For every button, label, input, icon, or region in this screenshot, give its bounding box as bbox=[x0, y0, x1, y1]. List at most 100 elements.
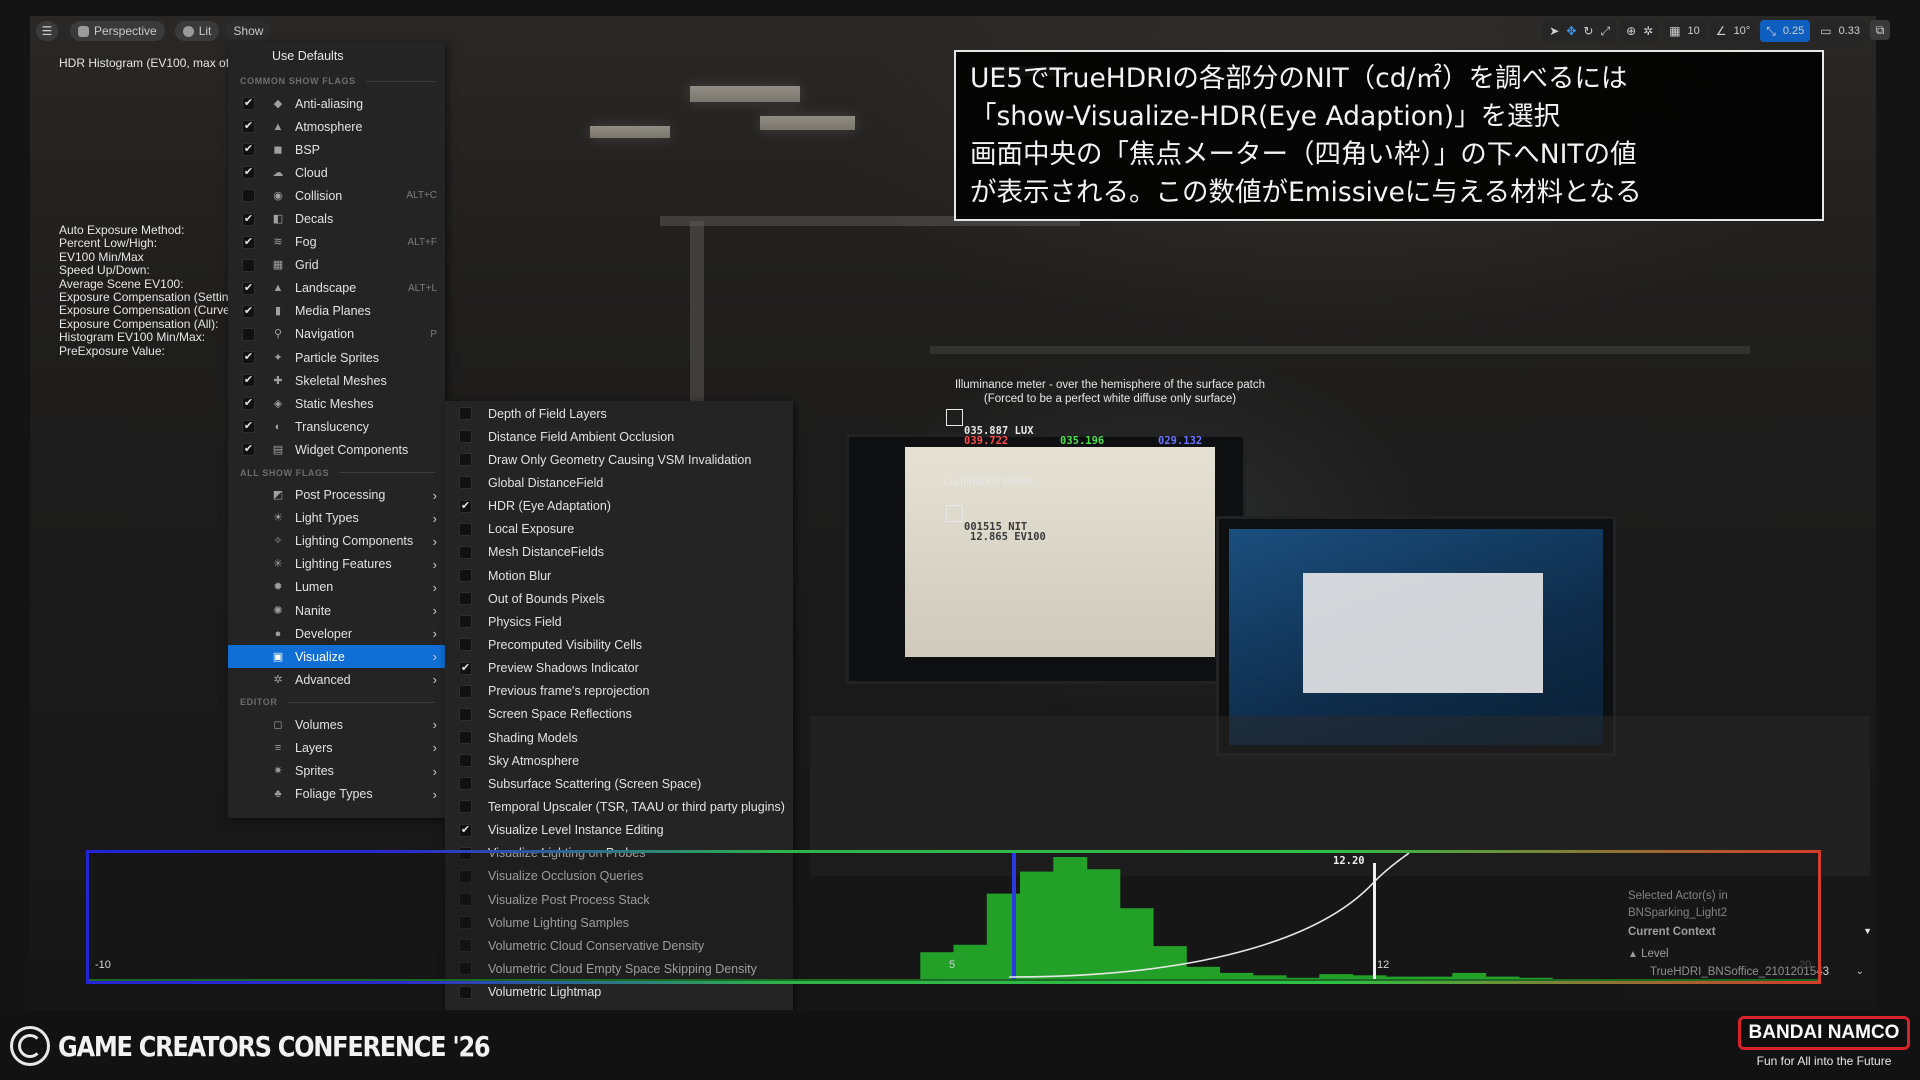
flag-decals[interactable]: ✔ ◧ Decals bbox=[228, 207, 445, 230]
checkbox-checked-icon[interactable]: ✔ bbox=[242, 420, 255, 434]
checkbox-checked-icon[interactable]: ✔ bbox=[459, 661, 472, 675]
checkbox-checked-icon[interactable]: ✔ bbox=[242, 143, 255, 157]
editor-foliage-types[interactable]: ♣ Foliage Types › bbox=[228, 783, 445, 806]
checkbox-empty-icon[interactable] bbox=[459, 638, 472, 652]
grid-snap[interactable]: ▦ 10 bbox=[1663, 20, 1706, 42]
checkbox-empty-icon[interactable] bbox=[459, 407, 472, 421]
category-advanced[interactable]: ✲ Advanced › bbox=[228, 668, 445, 691]
checkbox-checked-icon[interactable]: ✔ bbox=[242, 166, 255, 180]
checkbox-empty-icon[interactable] bbox=[459, 707, 472, 721]
visualize-out-of-bounds-pixels[interactable]: Out of Bounds Pixels bbox=[445, 587, 793, 610]
rotation-snap[interactable]: ∠ 10° bbox=[1709, 20, 1757, 42]
editor-volumes[interactable]: ◻ Volumes › bbox=[228, 713, 445, 736]
category-lighting-features[interactable]: ✳ Lighting Features › bbox=[228, 553, 445, 576]
category-developer[interactable]: ● Developer › bbox=[228, 622, 445, 645]
checkbox-empty-icon[interactable] bbox=[459, 800, 472, 814]
checkbox-empty-icon[interactable] bbox=[459, 615, 472, 629]
flag-bsp[interactable]: ✔ ◼ BSP bbox=[228, 138, 445, 161]
viewport-options-button[interactable]: ☰ bbox=[36, 21, 58, 41]
maximize-viewport-button[interactable]: ⧉ bbox=[1870, 20, 1890, 40]
checkbox-empty-icon[interactable] bbox=[459, 569, 472, 583]
editor-sprites[interactable]: ✷ Sprites › bbox=[228, 760, 445, 783]
checkbox-empty-icon[interactable] bbox=[242, 258, 255, 272]
visualize-local-exposure[interactable]: Local Exposure bbox=[445, 518, 793, 541]
checkbox-checked-icon[interactable]: ✔ bbox=[242, 235, 255, 249]
visualize-distance-field-ambient-occlusion[interactable]: Distance Field Ambient Occlusion bbox=[445, 425, 793, 448]
visualize-global-distancefield[interactable]: Global DistanceField bbox=[445, 471, 793, 494]
flag-particle-sprites[interactable]: ✔ ✦ Particle Sprites bbox=[228, 346, 445, 369]
category-post-processing[interactable]: ◩ Post Processing › bbox=[228, 484, 445, 507]
checkbox-empty-icon[interactable] bbox=[459, 731, 472, 745]
flag-grid[interactable]: ▦ Grid bbox=[228, 254, 445, 277]
flag-collision[interactable]: ◉ Collision ALT+C bbox=[228, 184, 445, 207]
flag-widget-components[interactable]: ✔ ▤ Widget Components bbox=[228, 438, 445, 461]
checkbox-empty-icon[interactable] bbox=[459, 453, 472, 467]
checkbox-checked-icon[interactable]: ✔ bbox=[242, 304, 255, 318]
visualize-temporal-upscaler-tsr-taau-or-third-party-plugins[interactable]: Temporal Upscaler (TSR, TAAU or third pa… bbox=[445, 795, 793, 818]
visualize-hdr-eye-adaptation[interactable]: ✔ HDR (Eye Adaptation) bbox=[445, 495, 793, 518]
checkbox-checked-icon[interactable]: ✔ bbox=[242, 120, 255, 134]
select-icon[interactable]: ➤ bbox=[1549, 25, 1559, 37]
flag-skeletal-meshes[interactable]: ✔ ✚ Skeletal Meshes bbox=[228, 369, 445, 392]
checkbox-checked-icon[interactable]: ✔ bbox=[459, 499, 472, 513]
checkbox-checked-icon[interactable]: ✔ bbox=[242, 374, 255, 388]
checkbox-empty-icon[interactable] bbox=[459, 985, 472, 999]
editor-layers[interactable]: ≡ Layers › bbox=[228, 736, 445, 759]
visualize-motion-blur[interactable]: Motion Blur bbox=[445, 564, 793, 587]
checkbox-checked-icon[interactable]: ✔ bbox=[242, 443, 255, 457]
flag-static-meshes[interactable]: ✔ ◈ Static Meshes bbox=[228, 392, 445, 415]
use-defaults-item[interactable]: Use Defaults bbox=[228, 42, 445, 70]
flag-translucency[interactable]: ✔ ◐ Translucency bbox=[228, 415, 445, 438]
category-visualize[interactable]: ▣ Visualize › bbox=[228, 645, 445, 669]
flag-fog[interactable]: ✔ ≋ Fog ALT+F bbox=[228, 231, 445, 254]
world-icon[interactable]: ⊕ bbox=[1626, 25, 1636, 37]
category-light-types[interactable]: ☀ Light Types › bbox=[228, 507, 445, 530]
visualize-depth-of-field-layers[interactable]: Depth of Field Layers bbox=[445, 402, 793, 425]
category-nanite[interactable]: ✺ Nanite › bbox=[228, 599, 445, 622]
surface-snap-icon[interactable]: ✲ bbox=[1643, 25, 1653, 37]
checkbox-empty-icon[interactable] bbox=[459, 522, 472, 536]
show-button[interactable]: Show bbox=[225, 21, 272, 41]
visualize-mesh-distancefields[interactable]: Mesh DistanceFields bbox=[445, 541, 793, 564]
visualize-preview-shadows-indicator[interactable]: ✔ Preview Shadows Indicator bbox=[445, 657, 793, 680]
translate-icon[interactable]: ✥ bbox=[1566, 25, 1576, 37]
camera-speed[interactable]: ▭ 0.33 bbox=[1814, 20, 1866, 42]
visualize-shading-models[interactable]: Shading Models bbox=[445, 726, 793, 749]
category-lumen[interactable]: ✹ Lumen › bbox=[228, 576, 445, 599]
category-lighting-components[interactable]: ✧ Lighting Components › bbox=[228, 530, 445, 553]
checkbox-checked-icon[interactable]: ✔ bbox=[242, 281, 255, 295]
checkbox-checked-icon[interactable]: ✔ bbox=[242, 397, 255, 411]
visualize-previous-frame-s-reprojection[interactable]: Previous frame's reprojection bbox=[445, 680, 793, 703]
flag-atmosphere[interactable]: ✔ ▲ Atmosphere bbox=[228, 115, 445, 138]
visualize-physics-field[interactable]: Physics Field bbox=[445, 610, 793, 633]
checkbox-empty-icon[interactable] bbox=[459, 430, 472, 444]
checkbox-checked-icon[interactable]: ✔ bbox=[459, 823, 472, 837]
visualize-subsurface-scattering-screen-space[interactable]: Subsurface Scattering (Screen Space) bbox=[445, 772, 793, 795]
illuminance-meter-box[interactable] bbox=[946, 409, 963, 426]
checkbox-empty-icon[interactable] bbox=[459, 777, 472, 791]
checkbox-checked-icon[interactable]: ✔ bbox=[242, 97, 255, 111]
checkbox-empty-icon[interactable] bbox=[459, 754, 472, 768]
checkbox-empty-icon[interactable] bbox=[242, 189, 255, 203]
flag-navigation[interactable]: ⚲ Navigation P bbox=[228, 323, 445, 346]
scale-icon[interactable]: ⤢ bbox=[1600, 25, 1610, 37]
view-mode-button[interactable]: Lit bbox=[174, 21, 220, 41]
checkbox-empty-icon[interactable] bbox=[459, 684, 472, 698]
flag-media-planes[interactable]: ✔ ▮ Media Planes bbox=[228, 300, 445, 323]
checkbox-checked-icon[interactable]: ✔ bbox=[242, 351, 255, 365]
flag-anti-aliasing[interactable]: ✔ ◆ Anti-aliasing bbox=[228, 92, 445, 115]
checkbox-empty-icon[interactable] bbox=[459, 545, 472, 559]
rotate-icon[interactable]: ↻ bbox=[1583, 25, 1593, 37]
luminance-meter-box[interactable] bbox=[946, 505, 963, 522]
perspective-button[interactable]: Perspective bbox=[70, 21, 165, 41]
visualize-sky-atmosphere[interactable]: Sky Atmosphere bbox=[445, 749, 793, 772]
checkbox-checked-icon[interactable]: ✔ bbox=[242, 212, 255, 226]
visualize-screen-space-reflections[interactable]: Screen Space Reflections bbox=[445, 703, 793, 726]
visualize-draw-only-geometry-causing-vsm-invalidation[interactable]: Draw Only Geometry Causing VSM Invalidat… bbox=[445, 448, 793, 471]
checkbox-empty-icon[interactable] bbox=[459, 592, 472, 606]
scale-snap[interactable]: ⤡ 0.25 bbox=[1760, 20, 1811, 42]
visualize-precomputed-visibility-cells[interactable]: Precomputed Visibility Cells bbox=[445, 633, 793, 656]
visualize-visualize-level-instance-editing[interactable]: ✔ Visualize Level Instance Editing bbox=[445, 819, 793, 842]
checkbox-empty-icon[interactable] bbox=[459, 476, 472, 490]
checkbox-empty-icon[interactable] bbox=[242, 327, 255, 341]
